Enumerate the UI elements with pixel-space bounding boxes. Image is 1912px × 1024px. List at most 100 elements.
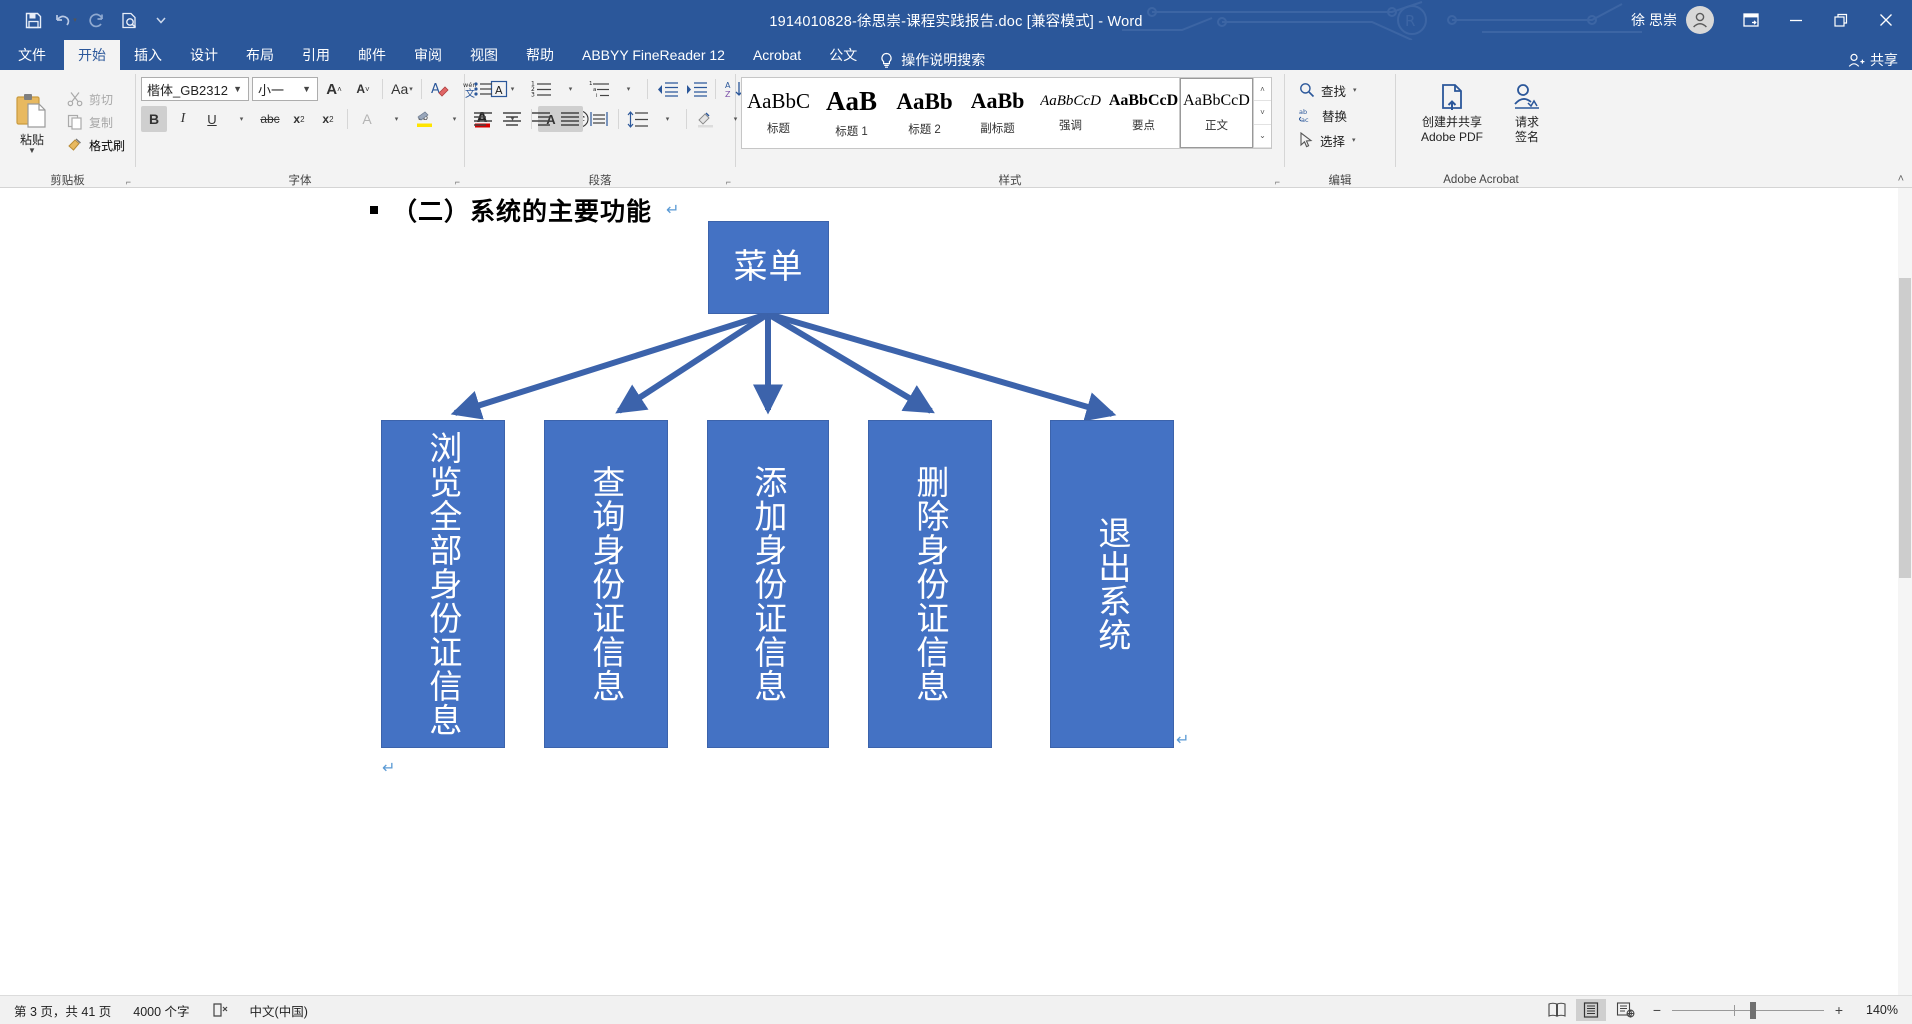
multilevel-list-icon[interactable]: 1ai — [586, 76, 612, 102]
diagram-node-root[interactable]: 菜单 — [708, 221, 829, 314]
replace-button[interactable]: ab ac 替换 — [1294, 103, 1362, 127]
document-page[interactable]: （二）系统的主要功能 ↵ 菜单 浏览全部身份证信息 查询身份证信息 添加身份证信… — [210, 188, 1353, 995]
cut-button[interactable]: 剪切 — [63, 88, 129, 110]
tab-acrobat[interactable]: Acrobat — [739, 40, 815, 70]
strikethrough-icon[interactable]: abc — [257, 106, 283, 132]
style-item-heading1[interactable]: AaB 标题 1 — [815, 78, 888, 148]
styles-scroll-up-icon[interactable]: ˄ — [1254, 78, 1271, 102]
bullets-icon[interactable] — [470, 76, 496, 102]
find-caret-icon[interactable]: ▾ — [1353, 86, 1357, 94]
clipboard-dialog-launcher-icon[interactable]: ⌐ — [126, 177, 131, 187]
tab-insert[interactable]: 插入 — [120, 40, 176, 70]
zoom-track[interactable] — [1672, 1001, 1824, 1019]
style-item-biaoti[interactable]: AaBbC 标题 — [742, 78, 815, 148]
close-icon[interactable] — [1863, 0, 1908, 40]
clear-formatting-icon[interactable]: A — [428, 76, 454, 102]
tab-references[interactable]: 引用 — [288, 40, 344, 70]
request-signature-button[interactable]: 请求 签名 — [1500, 81, 1554, 145]
zoom-slider[interactable]: − + — [1650, 1001, 1846, 1019]
read-mode-icon[interactable] — [1542, 999, 1572, 1021]
underline-icon[interactable]: U — [199, 106, 225, 132]
zoom-in-button[interactable]: + — [1832, 1002, 1846, 1018]
align-center-icon[interactable] — [499, 106, 525, 132]
superscript-icon[interactable]: x2 — [315, 106, 341, 132]
zoom-out-button[interactable]: − — [1650, 1002, 1664, 1018]
decrease-indent-icon[interactable] — [654, 76, 680, 102]
scrollbar-thumb[interactable] — [1899, 278, 1911, 578]
paragraph-dialog-launcher-icon[interactable]: ⌐ — [726, 177, 731, 187]
language-indicator[interactable]: 中文(中国) — [250, 1001, 308, 1020]
font-name-caret-icon[interactable]: ▼ — [229, 84, 246, 94]
copy-button[interactable]: 复制 — [63, 111, 129, 133]
format-painter-button[interactable]: 格式刷 — [63, 134, 129, 156]
tab-design[interactable]: 设计 — [176, 40, 232, 70]
increase-indent-icon[interactable] — [683, 76, 709, 102]
tab-layout[interactable]: 布局 — [232, 40, 288, 70]
tab-abbyy-finereader[interactable]: ABBYY FineReader 12 — [568, 40, 739, 70]
collapse-ribbon-icon[interactable]: ˄ — [1898, 173, 1904, 185]
print-layout-icon[interactable] — [1576, 999, 1606, 1021]
text-effects-caret-icon[interactable]: ▾ — [383, 106, 409, 132]
tab-gongwen[interactable]: 公文 — [815, 40, 871, 70]
line-spacing-caret-icon[interactable]: ▾ — [654, 106, 680, 132]
styles-scroll-down-icon[interactable]: ˅ — [1254, 101, 1271, 125]
italic-icon[interactable]: I — [170, 106, 196, 132]
print-preview-icon[interactable] — [114, 5, 144, 35]
tab-view[interactable]: 视图 — [456, 40, 512, 70]
proofing-errors-icon[interactable] — [212, 1002, 228, 1018]
diagram-node-browse-all[interactable]: 浏览全部身份证信息 — [381, 420, 505, 748]
style-item-strong[interactable]: AaBbCcD 要点 — [1107, 78, 1180, 148]
avatar[interactable] — [1686, 6, 1714, 34]
tab-home[interactable]: 开始 — [64, 40, 120, 70]
word-count[interactable]: 4000 个字 — [133, 1001, 189, 1020]
tell-me-search[interactable]: 操作说明搜索 — [871, 50, 985, 70]
align-left-icon[interactable] — [470, 106, 496, 132]
tab-mailings[interactable]: 邮件 — [344, 40, 400, 70]
diagram-node-delete[interactable]: 删除身份证信息 — [868, 420, 992, 748]
paste-caret-icon[interactable]: ▼ — [28, 147, 36, 155]
zoom-thumb[interactable] — [1750, 1001, 1756, 1019]
share-button[interactable]: 共享 — [1848, 50, 1898, 70]
style-item-normal[interactable]: AaBbCcD 正文 — [1179, 77, 1254, 149]
text-highlight-caret-icon[interactable]: ▾ — [441, 106, 467, 132]
style-item-emphasis[interactable]: AaBbCcD 强调 — [1034, 78, 1107, 148]
numbering-icon[interactable]: 123 — [528, 76, 554, 102]
redo-icon[interactable] — [82, 5, 112, 35]
diagram-node-exit[interactable]: 退出系统 — [1050, 420, 1174, 748]
change-case-icon[interactable]: Aa ▾ — [389, 76, 415, 102]
align-right-icon[interactable] — [528, 106, 554, 132]
diagram-node-query[interactable]: 查询身份证信息 — [544, 420, 668, 748]
find-button[interactable]: 查找 ▾ — [1294, 78, 1362, 102]
customize-qat-icon[interactable] — [146, 5, 176, 35]
font-name-box[interactable]: 楷体_GB2312 ▼ — [141, 77, 249, 101]
styles-more-icon[interactable]: ⌄ — [1254, 125, 1271, 148]
font-size-box[interactable]: 小一 ▼ — [252, 77, 318, 101]
multilevel-list-caret-icon[interactable]: ▾ — [615, 76, 641, 102]
font-size-caret-icon[interactable]: ▼ — [298, 84, 315, 94]
undo-icon[interactable]: ▾ — [50, 5, 80, 35]
paste-button[interactable]: 粘贴 ▼ — [5, 90, 59, 155]
grow-font-icon[interactable]: A ˄ — [321, 76, 347, 102]
shading-icon[interactable] — [693, 106, 719, 132]
font-dialog-launcher-icon[interactable]: ⌐ — [455, 177, 460, 187]
select-caret-icon[interactable]: ▾ — [1352, 136, 1356, 144]
tab-review[interactable]: 审阅 — [400, 40, 456, 70]
undo-caret-icon[interactable]: ▾ — [73, 16, 77, 24]
zoom-level[interactable]: 140% — [1856, 1003, 1898, 1017]
create-share-pdf-button[interactable]: 创建并共享 Adobe PDF — [1408, 81, 1496, 145]
justify-icon[interactable] — [557, 106, 583, 132]
ribbon-display-options-icon[interactable] — [1728, 0, 1773, 40]
tab-file[interactable]: 文件 — [0, 40, 64, 70]
save-icon[interactable] — [18, 5, 48, 35]
subscript-icon[interactable]: x2 — [286, 106, 312, 132]
distribute-icon[interactable] — [586, 106, 612, 132]
underline-caret-icon[interactable]: ▾ — [228, 106, 254, 132]
page-indicator[interactable]: 第 3 页，共 41 页 — [14, 1001, 111, 1020]
line-spacing-icon[interactable] — [625, 106, 651, 132]
diagram-node-add[interactable]: 添加身份证信息 — [707, 420, 829, 748]
minimize-icon[interactable] — [1773, 0, 1818, 40]
text-highlight-icon[interactable]: ab — [412, 106, 438, 132]
vertical-scrollbar[interactable] — [1898, 188, 1912, 995]
bullets-caret-icon[interactable]: ▾ — [499, 76, 525, 102]
bold-icon[interactable]: B — [141, 106, 167, 132]
